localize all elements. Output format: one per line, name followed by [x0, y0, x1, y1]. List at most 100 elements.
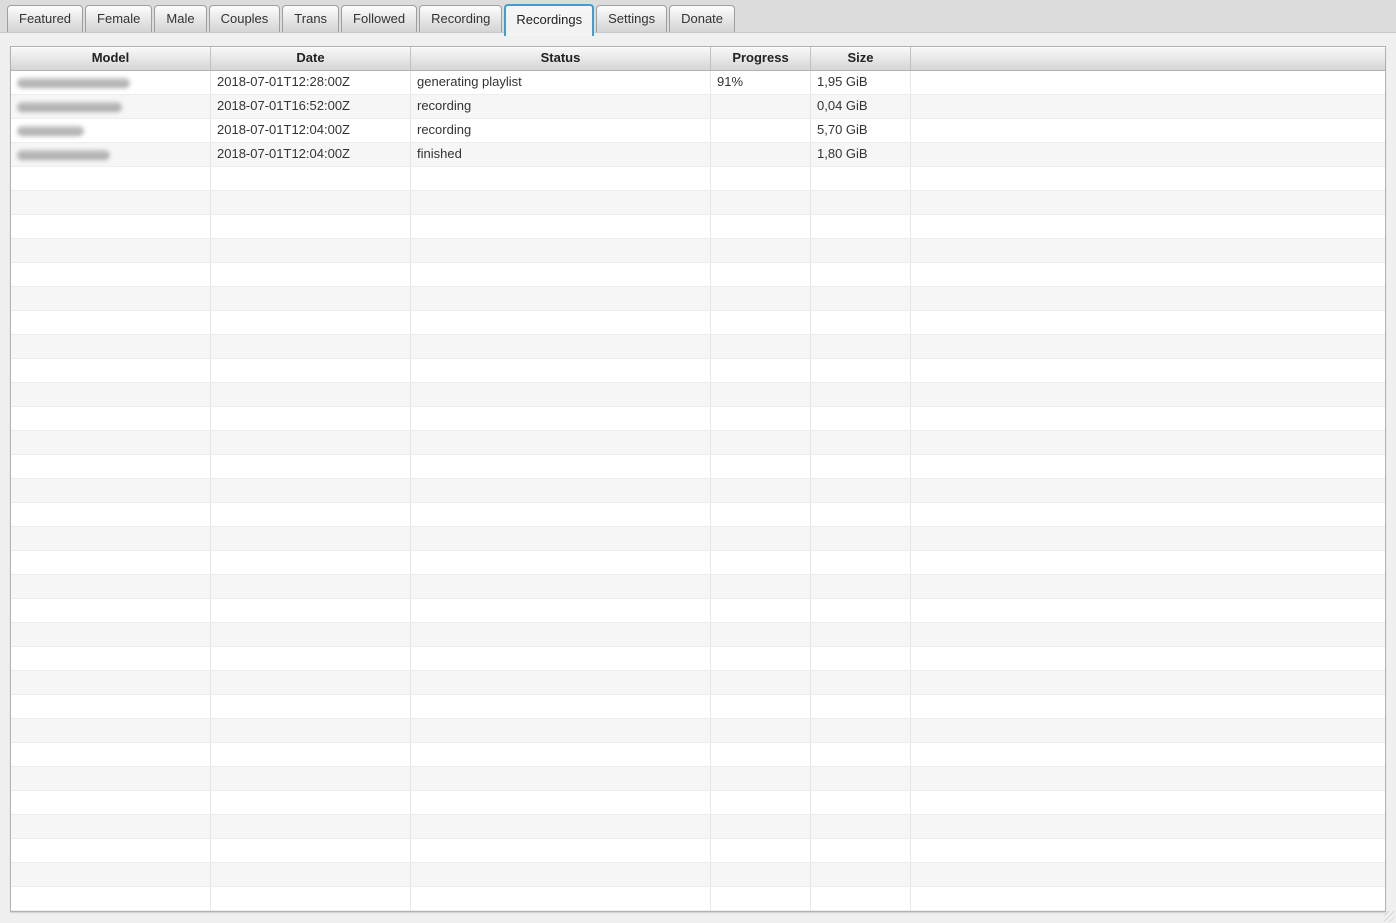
empty-cell	[911, 719, 1385, 742]
empty-cell	[211, 479, 411, 502]
empty-cell	[211, 287, 411, 310]
empty-table-row	[11, 359, 1385, 383]
empty-cell	[811, 215, 911, 238]
empty-cell	[211, 791, 411, 814]
column-header-status[interactable]: Status	[411, 47, 711, 70]
empty-cell	[411, 767, 711, 790]
empty-table-row	[11, 287, 1385, 311]
empty-cell	[911, 215, 1385, 238]
empty-cell	[11, 743, 211, 766]
tab-female[interactable]: Female	[85, 5, 153, 32]
empty-cell	[811, 863, 911, 886]
empty-cell	[811, 551, 911, 574]
status-cell: recording	[411, 95, 711, 118]
resize-grip-icon[interactable]	[1384, 911, 1395, 922]
empty-cell	[411, 311, 711, 334]
table-row[interactable]: 2018-07-01T16:52:00Z recording 0,04 GiB	[11, 95, 1385, 119]
empty-cell	[811, 767, 911, 790]
empty-cell	[711, 695, 811, 718]
column-header-model[interactable]: Model	[11, 47, 211, 70]
empty-cell	[411, 671, 711, 694]
empty-cell	[11, 671, 211, 694]
empty-cell	[711, 287, 811, 310]
empty-cell	[711, 839, 811, 862]
size-cell: 0,04 GiB	[811, 95, 911, 118]
redacted-model-name	[17, 78, 130, 88]
empty-cell	[711, 623, 811, 646]
empty-cell	[711, 551, 811, 574]
tab-donate[interactable]: Donate	[669, 5, 736, 32]
empty-cell	[11, 215, 211, 238]
column-header-date[interactable]: Date	[211, 47, 411, 70]
empty-cell	[911, 671, 1385, 694]
empty-table-row	[11, 407, 1385, 431]
empty-table-row	[11, 431, 1385, 455]
empty-cell	[11, 263, 211, 286]
empty-cell	[11, 791, 211, 814]
empty-cell	[411, 191, 711, 214]
empty-cell	[211, 335, 411, 358]
empty-cell	[911, 599, 1385, 622]
empty-cell	[711, 407, 811, 430]
empty-cell	[11, 287, 211, 310]
empty-cell	[711, 215, 811, 238]
empty-cell	[911, 767, 1385, 790]
empty-cell	[711, 479, 811, 502]
empty-cell	[711, 431, 811, 454]
empty-table-row	[11, 743, 1385, 767]
empty-cell	[11, 767, 211, 790]
empty-cell	[811, 623, 911, 646]
tab-couples[interactable]: Couples	[208, 5, 281, 32]
empty-cell	[711, 791, 811, 814]
tab-featured[interactable]: Featured	[7, 5, 84, 32]
empty-cell	[11, 527, 211, 550]
empty-cell	[911, 263, 1385, 286]
empty-cell	[411, 455, 711, 478]
empty-cell	[911, 455, 1385, 478]
empty-table-row	[11, 863, 1385, 887]
tab-male[interactable]: Male	[154, 5, 207, 32]
empty-table-row	[11, 455, 1385, 479]
empty-table-row	[11, 551, 1385, 575]
table-row[interactable]: 2018-07-01T12:28:00Z generating playlist 9…	[11, 71, 1385, 95]
tab-recording[interactable]: Recording	[419, 5, 503, 32]
table-row[interactable]: 2018-07-01T12:04:00Z finished 1,80 GiB	[11, 143, 1385, 167]
empty-cell	[211, 167, 411, 190]
empty-table-row	[11, 575, 1385, 599]
size-cell: 1,95 GiB	[811, 71, 911, 94]
empty-table-row	[11, 815, 1385, 839]
column-header-filler[interactable]	[911, 47, 1385, 70]
empty-cell	[911, 407, 1385, 430]
empty-cell	[811, 791, 911, 814]
tab-trans[interactable]: Trans	[282, 5, 340, 32]
empty-cell	[211, 263, 411, 286]
empty-cell	[411, 695, 711, 718]
empty-cell	[211, 743, 411, 766]
empty-cell	[911, 479, 1385, 502]
tab-followed[interactable]: Followed	[341, 5, 418, 32]
column-header-size[interactable]: Size	[811, 47, 911, 70]
empty-cell	[411, 263, 711, 286]
empty-cell	[411, 215, 711, 238]
table-row[interactable]: 2018-07-01T12:04:00Z recording 5,70 GiB	[11, 119, 1385, 143]
tab-settings[interactable]: Settings	[596, 5, 668, 32]
empty-cell	[11, 359, 211, 382]
empty-cell	[911, 527, 1385, 550]
empty-cell	[211, 863, 411, 886]
size-cell: 1,80 GiB	[811, 143, 911, 166]
tab-recordings[interactable]: Recordings	[504, 4, 595, 36]
empty-cell	[911, 575, 1385, 598]
empty-cell	[811, 695, 911, 718]
filler-cell	[911, 143, 1385, 166]
empty-cell	[211, 647, 411, 670]
date-cell: 2018-07-01T12:28:00Z	[211, 71, 411, 94]
empty-cell	[411, 551, 711, 574]
empty-table-row	[11, 215, 1385, 239]
empty-cell	[411, 815, 711, 838]
empty-cell	[411, 359, 711, 382]
empty-cell	[11, 839, 211, 862]
empty-cell	[411, 287, 711, 310]
empty-cell	[11, 383, 211, 406]
empty-cell	[911, 359, 1385, 382]
column-header-progress[interactable]: Progress	[711, 47, 811, 70]
